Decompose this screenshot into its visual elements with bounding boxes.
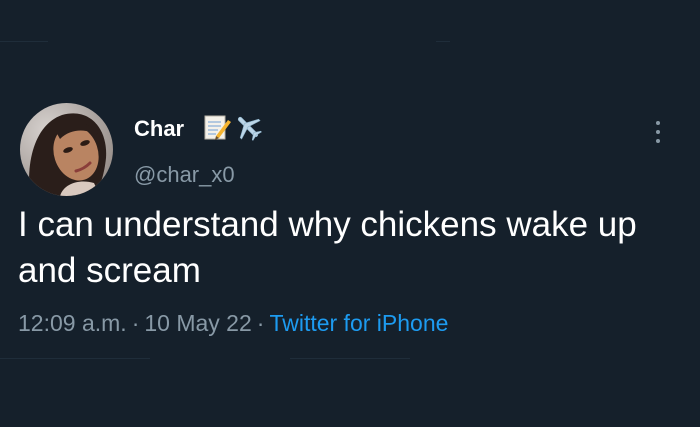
- tweet-meta: 12:09 a.m. · 10 May 22 · Twitter for iPhone: [18, 308, 448, 338]
- tweet-date[interactable]: 10 May 22: [144, 310, 251, 336]
- bottom-divider-left: [0, 358, 150, 359]
- top-divider-right: [436, 41, 450, 42]
- memo-icon: [204, 115, 231, 140]
- display-name[interactable]: Char: [134, 115, 184, 143]
- more-options-icon[interactable]: [652, 118, 664, 146]
- tweet-card: Char @char_x0 I can understand why chick…: [0, 0, 700, 427]
- meta-separator: ·: [256, 310, 265, 336]
- avatar[interactable]: [20, 103, 113, 196]
- top-divider-left: [0, 41, 48, 42]
- airplane-icon: [237, 116, 262, 141]
- user-handle[interactable]: @char_x0: [134, 161, 235, 189]
- tweet-source-link[interactable]: Twitter for iPhone: [269, 310, 448, 336]
- meta-separator: ·: [131, 310, 140, 336]
- bottom-divider-mid: [290, 358, 410, 359]
- avatar-image: [20, 103, 113, 196]
- tweet-time[interactable]: 12:09 a.m.: [18, 310, 127, 336]
- tweet-text: I can understand why chickens wake up an…: [18, 205, 637, 290]
